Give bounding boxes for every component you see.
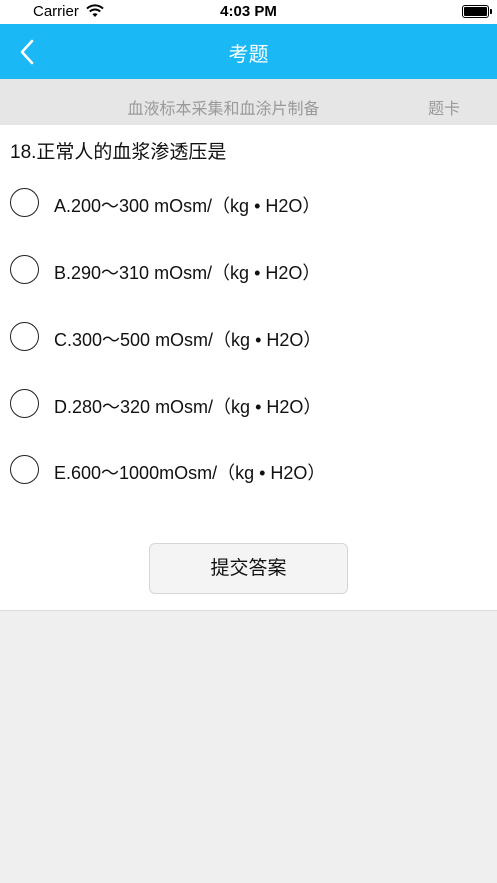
option-d[interactable]: D.280～320 mOsm/（kg • H2O） — [0, 379, 497, 429]
page-title: 考题 — [228, 44, 269, 66]
option-e[interactable]: E.600～1000mOsm/（kg • H2O） — [0, 445, 497, 495]
chapter-title: 血液标本采集和血涂片制备 — [127, 101, 320, 118]
clock: 4:03 PM — [220, 3, 277, 20]
radio-button[interactable] — [10, 322, 39, 351]
battery-icon — [462, 5, 492, 18]
status-bar: Carrier 4:03 PM — [0, 0, 497, 27]
option-b[interactable]: B.290～310 mOsm/（kg • H2O） — [0, 245, 497, 295]
radio-button[interactable] — [10, 455, 39, 484]
question-panel: 18.正常人的血浆渗透压是 A.200～300 mOsm/（kg • H2O） … — [0, 125, 497, 611]
submit-answer-button[interactable]: 提交答案 — [149, 543, 348, 594]
option-a[interactable]: A.200～300 mOsm/（kg • H2O） — [0, 178, 497, 228]
radio-button[interactable] — [10, 188, 39, 217]
subheader: 血液标本采集和血涂片制备 题卡 — [0, 79, 497, 125]
option-label: D.280～320 mOsm/（kg • H2O） — [54, 397, 322, 417]
option-label: B.290～310 mOsm/（kg • H2O） — [54, 263, 321, 283]
radio-button[interactable] — [10, 255, 39, 284]
option-label: A.200～300 mOsm/（kg • H2O） — [54, 196, 321, 216]
option-label: E.600～1000mOsm/（kg • H2O） — [54, 463, 326, 483]
option-label: C.300～500 mOsm/（kg • H2O） — [54, 330, 322, 350]
question-text: 18.正常人的血浆渗透压是 — [10, 142, 227, 163]
option-c[interactable]: C.300～500 mOsm/（kg • H2O） — [0, 312, 497, 362]
question-card-button[interactable]: 题卡 — [428, 95, 460, 119]
radio-button[interactable] — [10, 389, 39, 418]
nav-bar: 考题 — [0, 24, 497, 79]
